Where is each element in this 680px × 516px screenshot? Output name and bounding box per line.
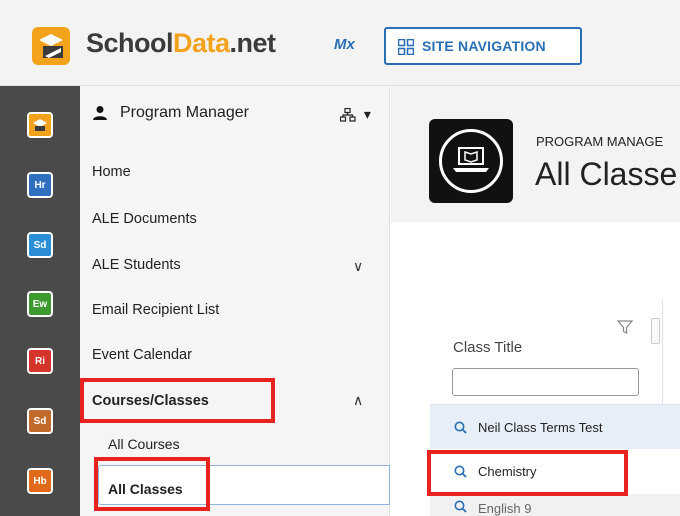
site-navigation-button[interactable]: SITE NAVIGATION [384,27,582,65]
laptop-book-icon [453,147,489,172]
rail-app-hr[interactable]: Hr [27,172,53,198]
table-row[interactable]: Neil Class Terms Test [430,404,680,449]
menu-item-event-calendar[interactable]: Event Calendar [92,347,192,363]
highlight-courses-classes [80,378,275,423]
logo-part-1: School [86,28,174,58]
highlight-chemistry [427,450,628,496]
rail-app-ew[interactable]: Ew [27,291,53,317]
row-class-title: English 9 [478,501,532,516]
rail-app-ri[interactable]: Ri [27,348,53,374]
row-class-title: Neil Class Terms Test [478,420,603,435]
role-tools[interactable]: ▾ [339,106,371,123]
mx-link[interactable]: Mx [334,36,355,53]
person-icon [93,106,107,120]
schooldata-logo-icon[interactable] [31,26,71,66]
column-resize-handle[interactable] [651,318,660,344]
class-title-filter-input[interactable] [452,368,639,396]
submenu-item-all-courses[interactable]: All Courses [108,436,180,452]
menu-item-ale-documents[interactable]: ALE Documents [92,211,197,227]
search-icon[interactable] [454,500,467,513]
rail-home-app[interactable] [27,112,53,138]
table-row[interactable]: English 9 [430,494,680,516]
highlight-all-classes [94,457,210,511]
grid-icon [398,39,414,55]
caret-down-icon: ▾ [363,106,371,122]
role-selector[interactable]: Program Manager [92,104,249,122]
column-header-class-title[interactable]: Class Title [453,339,522,356]
app-rail: Hr Sd Ew Ri Sd Hb [0,86,80,516]
chevron-down-icon[interactable]: ∨ [353,258,363,275]
filter-icon[interactable] [617,319,633,335]
chevron-up-icon[interactable]: ∧ [353,392,363,409]
rail-app-hb[interactable]: Hb [27,468,53,494]
top-header: SchoolData.net Mx SITE NAVIGATION [0,0,680,86]
page-header: PROGRAM MANAGE All Classe [391,86,680,222]
menu-item-email-recipient-list[interactable]: Email Recipient List [92,302,219,318]
sitemap-icon [339,108,356,122]
breadcrumb: PROGRAM MANAGE [536,134,664,149]
site-navigation-label: SITE NAVIGATION [422,38,546,54]
role-label: Program Manager [120,104,249,121]
logo-wordmark[interactable]: SchoolData.net [86,28,276,59]
menu-item-home[interactable]: Home [92,164,131,180]
rail-app-sd-2[interactable]: Sd [27,408,53,434]
search-icon[interactable] [454,421,467,434]
classroom-icon [429,119,513,203]
logo-part-3: .net [229,28,277,58]
menu-item-ale-students[interactable]: ALE Students [92,257,181,273]
page-title: All Classe [535,156,678,192]
rail-app-sd[interactable]: Sd [27,232,53,258]
side-menu: Program Manager ▾ Home ALE Documents ALE… [80,86,390,516]
school-logo-icon [33,119,47,131]
logo-part-2: Data [173,28,230,58]
